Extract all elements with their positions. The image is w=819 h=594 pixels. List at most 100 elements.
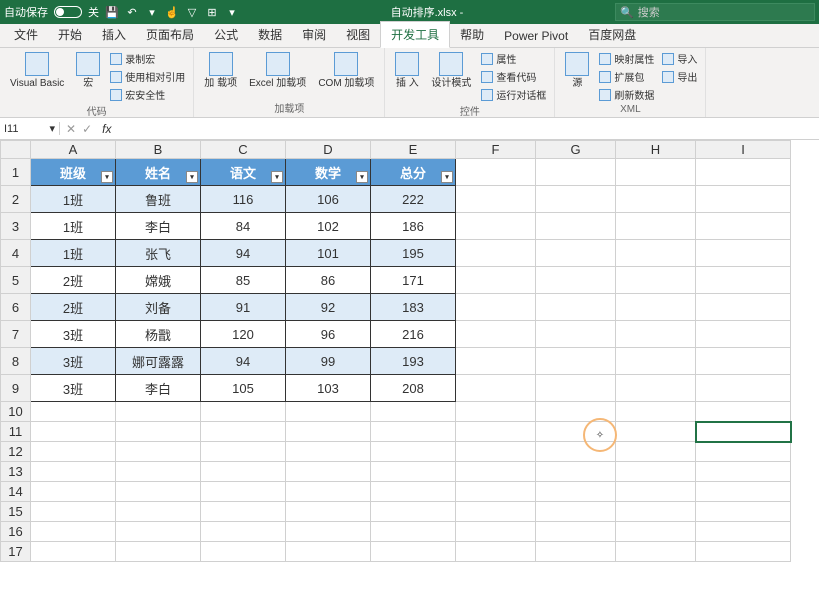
cell-A5[interactable]: 2班 xyxy=(31,267,116,294)
ribbon-tab-10[interactable]: Power Pivot xyxy=(494,25,578,47)
row-head-17[interactable]: 17 xyxy=(1,542,31,562)
cell-D8[interactable]: 99 xyxy=(286,348,371,375)
addins-button[interactable]: 加 载项 xyxy=(200,50,241,91)
col-head-B[interactable]: B xyxy=(116,141,201,159)
cell-D1[interactable]: 数学▾ xyxy=(286,159,371,186)
row-head-10[interactable]: 10 xyxy=(1,402,31,422)
ribbon-tab-7[interactable]: 视图 xyxy=(336,22,380,47)
cell-C5[interactable]: 85 xyxy=(201,267,286,294)
col-head-I[interactable]: I xyxy=(696,141,791,159)
cell-F12[interactable] xyxy=(456,442,536,462)
save-icon[interactable]: 💾 xyxy=(105,5,119,19)
ribbon-tab-8[interactable]: 开发工具 xyxy=(380,21,450,48)
autosave-toggle[interactable] xyxy=(54,6,82,18)
cell-E14[interactable] xyxy=(371,482,456,502)
cell-G13[interactable] xyxy=(536,462,616,482)
cell-D12[interactable] xyxy=(286,442,371,462)
cell-D11[interactable] xyxy=(286,422,371,442)
row-head-3[interactable]: 3 xyxy=(1,213,31,240)
cell-H14[interactable] xyxy=(616,482,696,502)
cell-G12[interactable] xyxy=(536,442,616,462)
cell-E7[interactable]: 216 xyxy=(371,321,456,348)
macros-button[interactable]: 宏 xyxy=(72,50,104,91)
cell-D16[interactable] xyxy=(286,522,371,542)
row-head-11[interactable]: 11 xyxy=(1,422,31,442)
ribbon-tab-3[interactable]: 页面布局 xyxy=(136,22,204,47)
name-box[interactable]: I11 ▾ xyxy=(0,122,60,135)
cell-G4[interactable] xyxy=(536,240,616,267)
cell-H2[interactable] xyxy=(616,186,696,213)
cell-F14[interactable] xyxy=(456,482,536,502)
cell-I16[interactable] xyxy=(696,522,791,542)
cell-I7[interactable] xyxy=(696,321,791,348)
cell-E3[interactable]: 186 xyxy=(371,213,456,240)
cell-D3[interactable]: 102 xyxy=(286,213,371,240)
col-head-E[interactable]: E xyxy=(371,141,456,159)
confirm-icon[interactable]: ✓ xyxy=(82,122,92,136)
cell-A4[interactable]: 1班 xyxy=(31,240,116,267)
cell-E16[interactable] xyxy=(371,522,456,542)
run-dialog-button[interactable]: 运行对话框 xyxy=(479,86,548,103)
filter-dropdown-icon[interactable]: ▾ xyxy=(101,171,113,183)
select-all-corner[interactable] xyxy=(1,141,31,159)
cell-C4[interactable]: 94 xyxy=(201,240,286,267)
cell-B12[interactable] xyxy=(116,442,201,462)
cell-H6[interactable] xyxy=(616,294,696,321)
ribbon-tab-2[interactable]: 插入 xyxy=(92,22,136,47)
cell-D15[interactable] xyxy=(286,502,371,522)
cell-I6[interactable] xyxy=(696,294,791,321)
cell-D7[interactable]: 96 xyxy=(286,321,371,348)
cell-E10[interactable] xyxy=(371,402,456,422)
cell-A15[interactable] xyxy=(31,502,116,522)
excel-addins-button[interactable]: Excel 加载项 xyxy=(245,50,310,91)
row-head-15[interactable]: 15 xyxy=(1,502,31,522)
cell-F13[interactable] xyxy=(456,462,536,482)
cell-B13[interactable] xyxy=(116,462,201,482)
cell-H1[interactable] xyxy=(616,159,696,186)
cell-H17[interactable] xyxy=(616,542,696,562)
cell-I4[interactable] xyxy=(696,240,791,267)
cell-B4[interactable]: 张飞 xyxy=(116,240,201,267)
cell-E1[interactable]: 总分▾ xyxy=(371,159,456,186)
filter-dropdown-icon[interactable]: ▾ xyxy=(441,171,453,183)
cell-G9[interactable] xyxy=(536,375,616,402)
cell-G7[interactable] xyxy=(536,321,616,348)
row-head-6[interactable]: 6 xyxy=(1,294,31,321)
ribbon-tab-6[interactable]: 审阅 xyxy=(292,22,336,47)
col-head-H[interactable]: H xyxy=(616,141,696,159)
col-head-F[interactable]: F xyxy=(456,141,536,159)
ribbon-tab-0[interactable]: 文件 xyxy=(4,22,48,47)
cell-I17[interactable] xyxy=(696,542,791,562)
cell-H5[interactable] xyxy=(616,267,696,294)
cell-A1[interactable]: 班级▾ xyxy=(31,159,116,186)
cell-F10[interactable] xyxy=(456,402,536,422)
ribbon-tab-4[interactable]: 公式 xyxy=(204,22,248,47)
row-head-14[interactable]: 14 xyxy=(1,482,31,502)
cell-F15[interactable] xyxy=(456,502,536,522)
cell-I5[interactable] xyxy=(696,267,791,294)
cell-H11[interactable] xyxy=(616,422,696,442)
cell-H15[interactable] xyxy=(616,502,696,522)
cell-E8[interactable]: 193 xyxy=(371,348,456,375)
cell-G6[interactable] xyxy=(536,294,616,321)
row-head-12[interactable]: 12 xyxy=(1,442,31,462)
touch-icon[interactable]: ☝ xyxy=(165,5,179,19)
col-head-C[interactable]: C xyxy=(201,141,286,159)
cell-A17[interactable] xyxy=(31,542,116,562)
cell-F5[interactable] xyxy=(456,267,536,294)
insert-control-button[interactable]: 插 入 xyxy=(391,50,423,91)
cell-B17[interactable] xyxy=(116,542,201,562)
map-props-button[interactable]: 映射属性 xyxy=(597,50,656,67)
cell-H7[interactable] xyxy=(616,321,696,348)
xml-source-button[interactable]: 源 xyxy=(561,50,593,91)
cell-E2[interactable]: 222 xyxy=(371,186,456,213)
cell-D14[interactable] xyxy=(286,482,371,502)
cell-H16[interactable] xyxy=(616,522,696,542)
cell-I1[interactable] xyxy=(696,159,791,186)
ribbon-tab-5[interactable]: 数据 xyxy=(248,22,292,47)
cell-B9[interactable]: 李白 xyxy=(116,375,201,402)
cell-C1[interactable]: 语文▾ xyxy=(201,159,286,186)
ribbon-tab-1[interactable]: 开始 xyxy=(48,22,92,47)
cell-H9[interactable] xyxy=(616,375,696,402)
cell-A10[interactable] xyxy=(31,402,116,422)
